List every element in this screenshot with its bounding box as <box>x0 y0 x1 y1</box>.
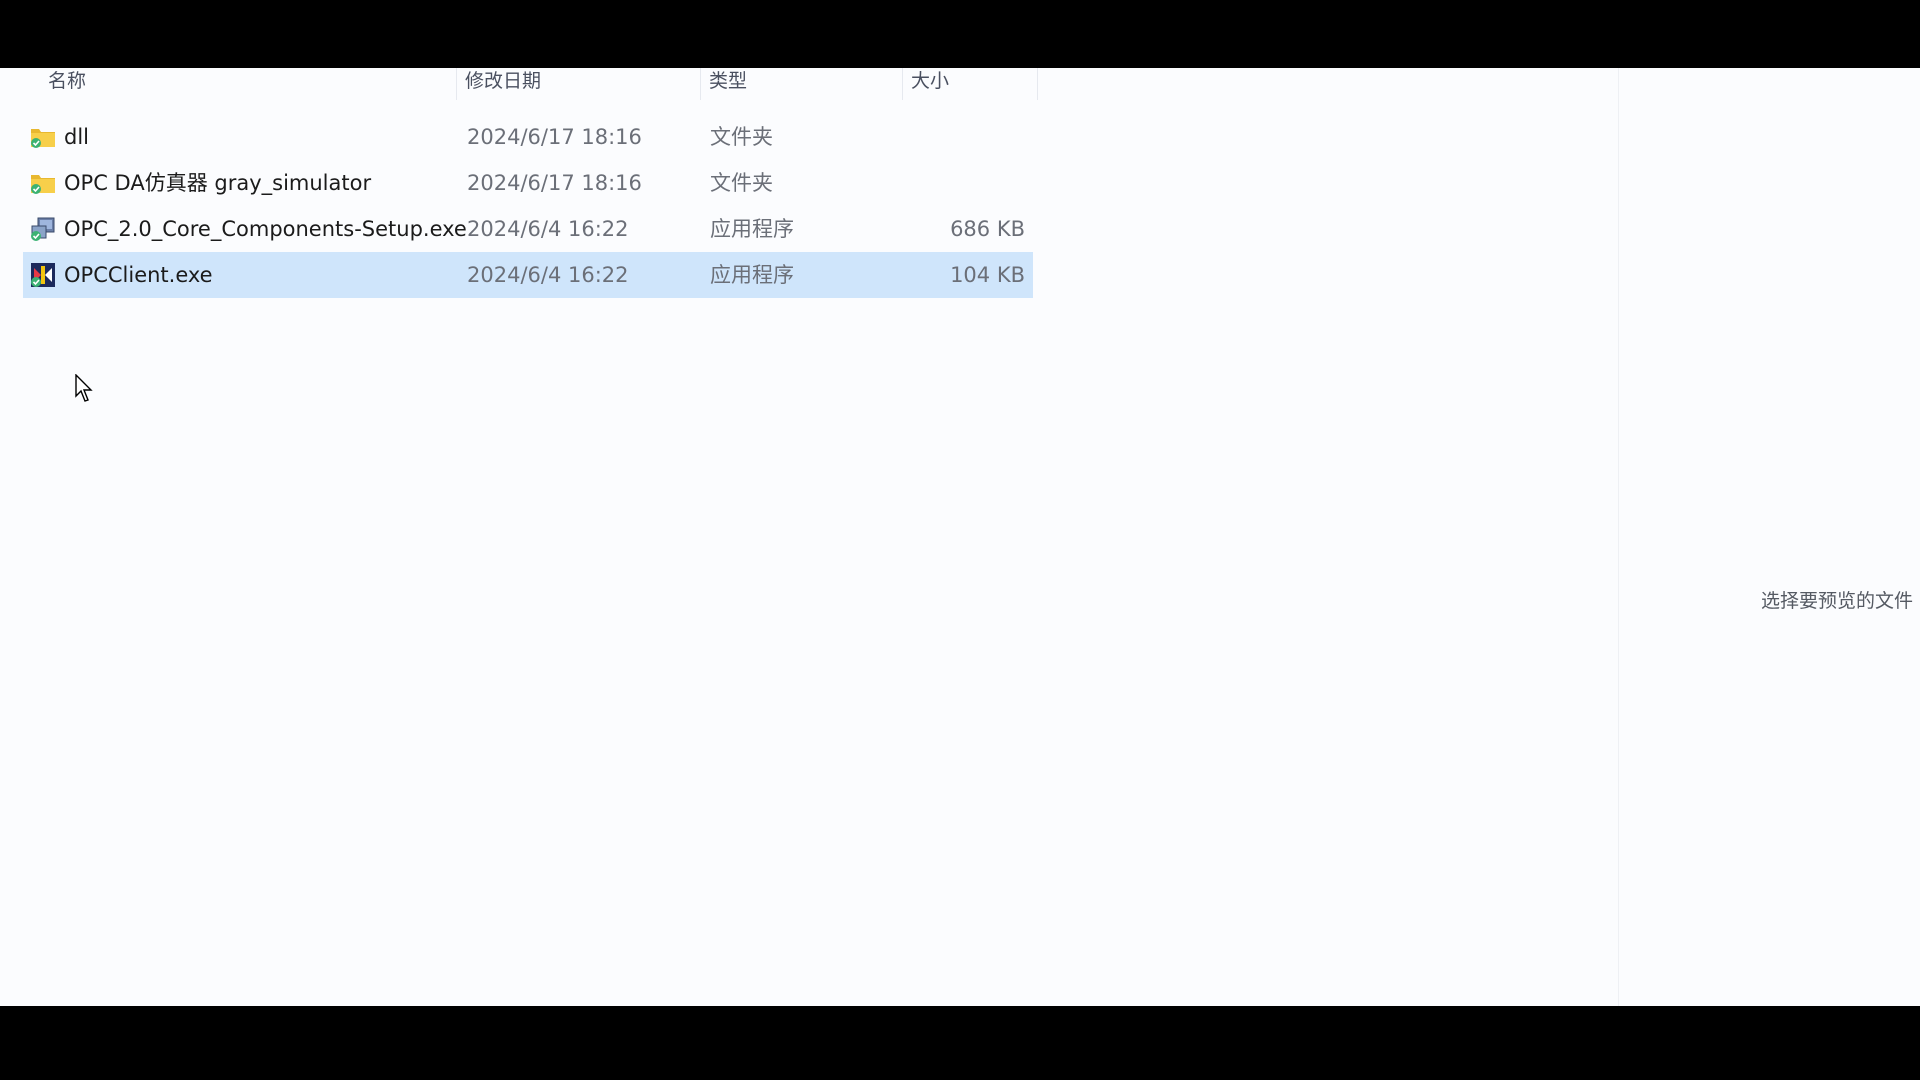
column-header: 名称 修改日期 类型 大小 <box>0 68 1040 100</box>
top-black-bar <box>0 0 1920 68</box>
file-date: 2024/6/4 16:22 <box>467 263 629 287</box>
file-date: 2024/6/4 16:22 <box>467 217 629 241</box>
app-icon <box>30 262 56 288</box>
column-header-type-label: 类型 <box>709 70 748 92</box>
preview-placeholder-text: 选择要预览的文件 <box>1761 590 1914 612</box>
column-header-size-label: 大小 <box>911 70 950 92</box>
file-row-opcclient[interactable]: OPCClient.exe 2024/6/4 16:22 应用程序 104 KB <box>23 252 1033 298</box>
preview-pane: 选择要预览的文件 <box>1618 68 1920 1006</box>
file-row-dll[interactable]: dll 2024/6/17 18:16 文件夹 <box>23 114 1033 160</box>
file-size: 104 KB <box>950 263 1025 287</box>
file-type: 应用程序 <box>710 263 794 287</box>
mouse-cursor-icon <box>75 373 95 404</box>
column-header-date[interactable]: 修改日期 <box>457 68 701 100</box>
file-size: 686 KB <box>950 217 1025 241</box>
installer-icon <box>30 216 56 242</box>
column-divider[interactable] <box>1037 68 1038 100</box>
file-name: OPCClient.exe <box>64 263 213 287</box>
column-header-name-label: 名称 <box>48 70 87 92</box>
file-type: 文件夹 <box>710 125 773 149</box>
column-header-size[interactable]: 大小 <box>903 68 1038 100</box>
file-name: OPC_2.0_Core_Components-Setup.exe <box>64 217 467 241</box>
file-row-opc-da-simulator[interactable]: OPC DA仿真器 gray_simulator 2024/6/17 18:16… <box>23 160 1033 206</box>
file-date: 2024/6/17 18:16 <box>467 171 642 195</box>
file-name: OPC DA仿真器 gray_simulator <box>64 171 372 195</box>
bottom-black-bar <box>0 1006 1920 1080</box>
file-row-opc-core-setup[interactable]: OPC_2.0_Core_Components-Setup.exe 2024/6… <box>23 206 1033 252</box>
column-header-date-label: 修改日期 <box>465 70 542 92</box>
file-date: 2024/6/17 18:16 <box>467 125 642 149</box>
file-name: dll <box>64 125 89 149</box>
file-list-pane: 名称 修改日期 类型 大小 dll 2024/6/17 18:16 文件夹 OP… <box>0 68 1618 1006</box>
file-explorer-window: 名称 修改日期 类型 大小 dll 2024/6/17 18:16 文件夹 OP… <box>0 68 1920 1006</box>
file-type: 文件夹 <box>710 171 773 195</box>
folder-icon <box>30 170 56 196</box>
file-type: 应用程序 <box>710 217 794 241</box>
column-header-type[interactable]: 类型 <box>701 68 903 100</box>
column-header-name[interactable]: 名称 <box>40 68 457 100</box>
folder-icon <box>30 124 56 150</box>
